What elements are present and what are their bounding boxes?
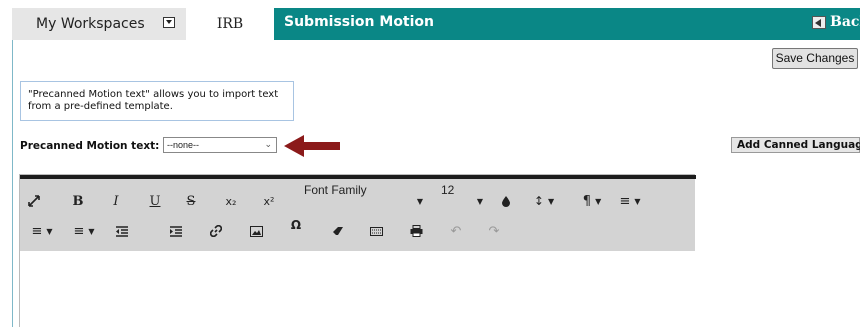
eraser-icon[interactable] (328, 221, 348, 241)
undo-icon[interactable]: ↶ (446, 221, 466, 241)
line-height-icon[interactable]: ↕ ▼ (528, 191, 560, 211)
align-icon[interactable]: ≡ ▼ (614, 191, 646, 211)
help-text-line-2: from a pre-defined template. (28, 101, 173, 112)
italic-button[interactable]: I (106, 191, 126, 211)
pointer-arrow-icon (284, 135, 340, 157)
underline-button[interactable]: U (145, 191, 165, 211)
paragraph-format-icon[interactable]: ¶ ▼ (576, 191, 608, 211)
content-border (12, 40, 13, 327)
redo-icon[interactable]: ↷ (484, 221, 504, 241)
bold-button[interactable]: B (68, 191, 88, 211)
link-icon[interactable] (206, 221, 226, 241)
strikethrough-button[interactable]: S (181, 191, 201, 211)
precanned-text-label: Precanned Motion text: (20, 140, 160, 152)
outdent-icon[interactable] (112, 221, 132, 241)
irb-tab[interactable]: IRB (186, 8, 274, 40)
unordered-list-icon[interactable]: ≡ ▼ (64, 221, 104, 241)
editor-toolbar: B I U S x₂ x² Font Family ▼ 12 ▼ ↕ ▼ ¶ ▼ ≡… (20, 179, 695, 251)
section-header-bar: Submission Motion Back (274, 8, 860, 40)
rich-text-editor: B I U S x₂ x² Font Family ▼ 12 ▼ ↕ ▼ ¶ ▼ ≡… (19, 174, 696, 327)
precanned-text-select[interactable]: --none-- ⌄ (163, 137, 277, 153)
top-navigation: My Workspaces IRB Submission Motion Back (0, 0, 860, 40)
back-arrow-icon (812, 15, 826, 29)
page: My Workspaces IRB Submission Motion Back… (0, 0, 860, 327)
superscript-button[interactable]: x² (258, 191, 280, 211)
section-title: Submission Motion (284, 14, 435, 30)
back-button[interactable]: Back (812, 14, 860, 30)
back-label: Back (830, 14, 860, 30)
precanned-selected-value: --none-- (167, 140, 200, 150)
help-text-box: "Precanned Motion text" allows you to im… (20, 81, 294, 121)
font-size-caret-icon[interactable]: ▼ (472, 193, 484, 209)
my-workspaces-label: My Workspaces (36, 16, 145, 32)
print-icon[interactable] (406, 221, 426, 241)
font-family-label: Font Family (304, 183, 367, 197)
editor-content-area[interactable] (20, 251, 695, 327)
add-canned-language-button[interactable]: Add Canned Language (731, 137, 860, 153)
font-family-caret-icon[interactable]: ▼ (412, 193, 424, 209)
indent-icon[interactable] (166, 221, 186, 241)
font-size-label: 12 (441, 183, 455, 197)
font-family-select[interactable]: Font Family (304, 183, 367, 197)
ordered-list-icon[interactable]: ≡ ▼ (22, 221, 62, 241)
dropdown-menu-icon[interactable] (163, 17, 175, 28)
chevron-down-icon: ⌄ (264, 139, 272, 149)
subscript-button[interactable]: x₂ (220, 191, 242, 211)
help-text-line-1: "Precanned Motion text" allows you to im… (28, 89, 279, 100)
font-size-select[interactable]: 12 (441, 183, 454, 197)
keyboard-icon[interactable] (366, 221, 386, 241)
save-changes-button[interactable]: Save Changes (772, 48, 858, 69)
text-color-icon[interactable] (498, 192, 514, 210)
image-icon[interactable] (246, 221, 266, 241)
fullscreen-icon[interactable] (24, 191, 44, 211)
special-character-button[interactable]: Ω (286, 215, 306, 235)
my-workspaces-tab[interactable]: My Workspaces (12, 8, 186, 40)
